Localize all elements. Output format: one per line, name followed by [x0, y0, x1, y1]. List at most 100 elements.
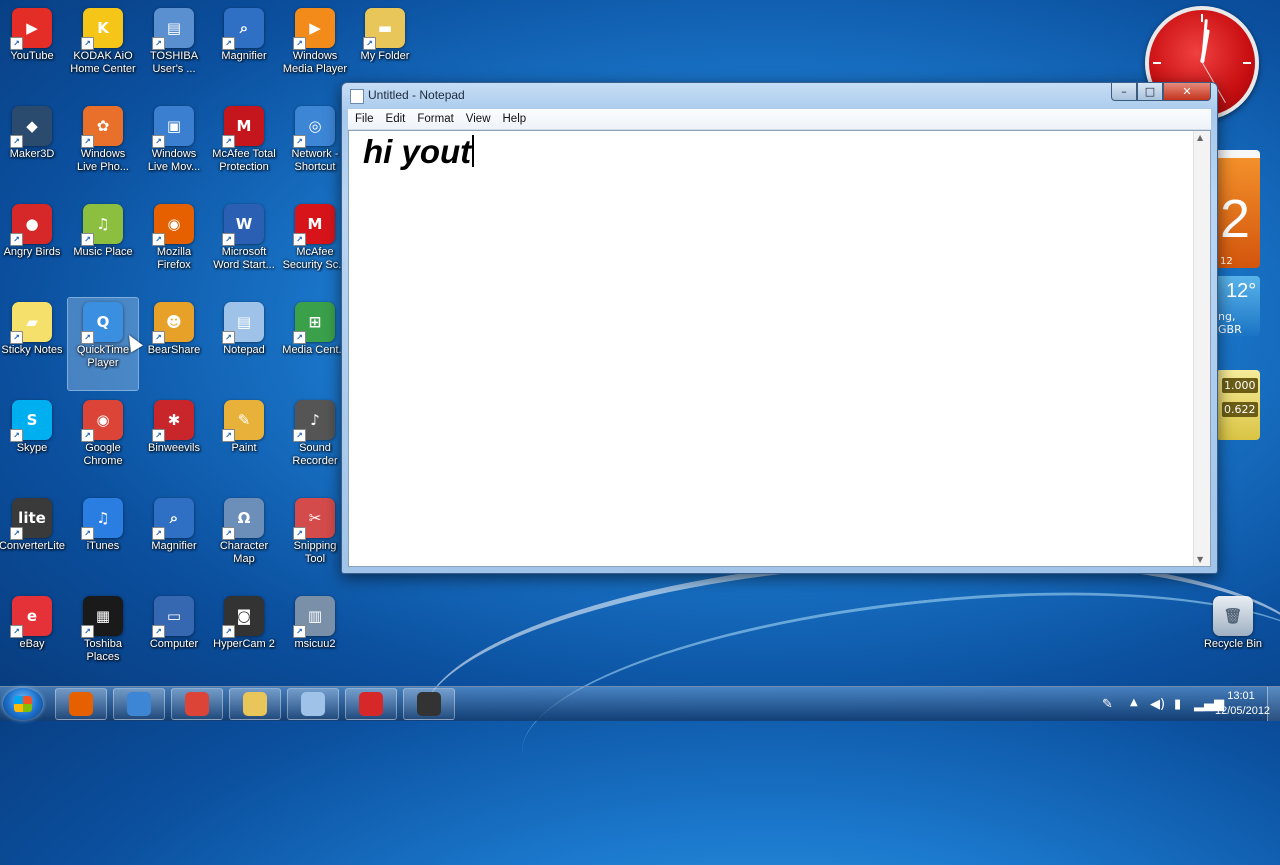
desktop-icon-network-shortcut[interactable]: ◎ ↗ Network - Shortcut: [280, 102, 350, 194]
desktop-icon-ebay[interactable]: e ↗ eBay: [0, 592, 67, 684]
desktop-icon-snipping-tool[interactable]: ✂ ↗ Snipping Tool: [280, 494, 350, 586]
desktop-icon-magnifier[interactable]: ⌕ ↗ Magnifier: [139, 494, 209, 586]
menu-file[interactable]: File: [353, 112, 376, 126]
shortcut-arrow-icon: ↗: [222, 429, 235, 442]
power-icon[interactable]: ▮: [1174, 697, 1181, 712]
taskbar-button-angry-birds[interactable]: [345, 688, 397, 720]
desktop-icon-skype[interactable]: S ↗ Skype: [0, 396, 67, 488]
desktop-icon-sticky-notes[interactable]: ▰ ↗ Sticky Notes: [0, 298, 67, 390]
desktop-icon-label: My Folder: [360, 50, 410, 62]
windows-logo-icon: [14, 696, 32, 712]
recycle-bin-icon: 🗑: [1213, 596, 1253, 636]
notepad-window[interactable]: Untitled - Notepad – □ ✕ File Edit Forma…: [341, 82, 1218, 574]
desktop-icon-label: Music Place: [73, 246, 133, 258]
desktop-icon-binweevils[interactable]: ✱ ↗ Binweevils: [139, 396, 209, 488]
close-button[interactable]: ✕: [1163, 83, 1211, 101]
shortcut-arrow-icon: ↗: [222, 233, 235, 246]
app-icon: ◆ ↗: [10, 106, 52, 148]
app-icon: ⌕ ↗: [222, 8, 264, 50]
desktop-icon-hypercam-2[interactable]: ◙ ↗ HyperCam 2: [209, 592, 279, 684]
desktop-icon-converterlite[interactable]: lite ↗ ConverterLite: [0, 494, 67, 586]
scroll-up-icon[interactable]: ▲: [1197, 133, 1203, 142]
maximize-button[interactable]: □: [1137, 83, 1163, 101]
menu-edit[interactable]: Edit: [384, 112, 408, 126]
desktop-icon-sound-recorder[interactable]: ♪ ↗ Sound Recorder: [280, 396, 350, 488]
desktop-icon-mozilla-firefox[interactable]: ◉ ↗ Mozilla Firefox: [139, 200, 209, 292]
desktop-icon-label: YouTube: [10, 50, 54, 62]
app-icon: ◙ ↗: [222, 596, 264, 638]
shortcut-arrow-icon: ↗: [152, 625, 165, 638]
explorer-icon: [243, 692, 267, 716]
shortcut-arrow-icon: ↗: [81, 135, 94, 148]
desktop-icon-toshiba-user-s[interactable]: ▤ ↗ TOSHIBA User's ...: [139, 4, 209, 96]
desktop-icon-recycle-bin[interactable]: 🗑 Recycle Bin: [1198, 592, 1268, 684]
taskbar-button-hypercam[interactable]: [403, 688, 455, 720]
taskbar-button-notepad[interactable]: [287, 688, 339, 720]
app-icon: ▬ ↗: [363, 8, 405, 50]
desktop-icon-windows-media-player[interactable]: ▶ ↗ Windows Media Player: [280, 4, 350, 96]
desktop-icon-mcafee-security-sc[interactable]: M ↗ McAfee Security Sc...: [280, 200, 350, 292]
weather-gadget[interactable]: 12° ng, GBR: [1214, 276, 1260, 336]
menu-format[interactable]: Format: [415, 112, 455, 126]
shortcut-arrow-icon: ↗: [293, 625, 306, 638]
currency-value-1: 1.000: [1222, 378, 1258, 393]
desktop-icon-paint[interactable]: ✎ ↗ Paint: [209, 396, 279, 488]
desktop-icon-computer[interactable]: ▭ ↗ Computer: [139, 592, 209, 684]
desktop-icon-label: Network - Shortcut: [291, 148, 339, 173]
desktop-icon-notepad[interactable]: ▤ ↗ Notepad: [209, 298, 279, 390]
desktop-icon-character-map[interactable]: Ω ↗ Character Map: [209, 494, 279, 586]
desktop-icon-toshiba-places[interactable]: ▦ ↗ Toshiba Places: [68, 592, 138, 684]
desktop-icon-media-cent[interactable]: ⊞ ↗ Media Cent...: [280, 298, 350, 390]
app-icon: ✎ ↗: [222, 400, 264, 442]
currency-gadget[interactable]: 1.000 0.622: [1216, 370, 1260, 440]
app-icon: ♫ ↗: [81, 498, 123, 540]
desktop-icon-magnifier[interactable]: ⌕ ↗ Magnifier: [209, 4, 279, 96]
desktop-icon-msicuu2[interactable]: ▥ ↗ msicuu2: [280, 592, 350, 684]
taskbar-button-explorer[interactable]: [229, 688, 281, 720]
desktop-icon-windows-live-mov[interactable]: ▣ ↗ Windows Live Mov...: [139, 102, 209, 194]
desktop-icon-label: eBay: [19, 638, 45, 650]
app-icon: ☻ ↗: [152, 302, 194, 344]
desktop-icon-label: Media Cent...: [282, 344, 348, 356]
app-icon: ◎ ↗: [293, 106, 335, 148]
desktop-icon-bearshare[interactable]: ☻ ↗ BearShare: [139, 298, 209, 390]
title-bar[interactable]: Untitled - Notepad – □ ✕: [342, 83, 1217, 107]
text-editor-area[interactable]: hi yout ▲ ▼: [348, 130, 1211, 567]
taskbar-button-network[interactable]: [113, 688, 165, 720]
taskbar-clock[interactable]: 13:01 12/05/2012: [1215, 689, 1270, 719]
taskbar-button-firefox[interactable]: [55, 688, 107, 720]
desktop-icon-maker3d[interactable]: ◆ ↗ Maker3D: [0, 102, 67, 194]
desktop-icon-kodak-aio-home-center[interactable]: K ↗ KODAK AiO Home Center: [68, 4, 138, 96]
start-button[interactable]: [3, 688, 43, 720]
desktop-icon-label: Sticky Notes: [1, 344, 63, 356]
taskbar-button-chrome[interactable]: [171, 688, 223, 720]
volume-icon[interactable]: ◀): [1150, 697, 1165, 712]
desktop-icon-label: Angry Birds: [3, 246, 61, 258]
scroll-down-icon[interactable]: ▼: [1197, 555, 1203, 564]
menu-view[interactable]: View: [464, 112, 493, 126]
desktop-icon-windows-live-pho[interactable]: ✿ ↗ Windows Live Pho...: [68, 102, 138, 194]
desktop-icon-angry-birds[interactable]: ● ↗ Angry Birds: [0, 200, 67, 292]
vertical-scrollbar[interactable]: ▲ ▼: [1193, 131, 1210, 566]
desktop-icon-youtube[interactable]: ▶ ↗ YouTube: [0, 4, 67, 96]
menu-help[interactable]: Help: [501, 112, 529, 126]
desktop-icon-mcafee-total-protection[interactable]: M ↗ McAfee Total Protection: [209, 102, 279, 194]
app-icon: ▶ ↗: [10, 8, 52, 50]
app-icon: ✿ ↗: [81, 106, 123, 148]
desktop-icon-label: Magnifier: [151, 540, 197, 552]
calendar-gadget[interactable]: 2 12: [1214, 150, 1260, 268]
desktop-icon-itunes[interactable]: ♫ ↗ iTunes: [68, 494, 138, 586]
text-caret: [472, 135, 475, 167]
tray-expand-icon[interactable]: ▲: [1130, 697, 1138, 708]
desktop-icon-microsoft-word-start[interactable]: W ↗ Microsoft Word Start...: [209, 200, 279, 292]
pen-tablet-icon[interactable]: ✎: [1102, 697, 1113, 712]
desktop-icon-google-chrome[interactable]: ◉ ↗ Google Chrome: [68, 396, 138, 488]
desktop-icon-music-place[interactable]: ♫ ↗ Music Place: [68, 200, 138, 292]
weather-temperature: 12°: [1226, 280, 1257, 302]
minimize-button[interactable]: –: [1111, 83, 1137, 101]
shortcut-arrow-icon: ↗: [293, 233, 306, 246]
show-desktop-button[interactable]: [1267, 687, 1280, 721]
desktop-icon-label: msicuu2: [294, 638, 336, 650]
app-icon: Q ↗: [81, 302, 123, 344]
shortcut-arrow-icon: ↗: [363, 37, 376, 50]
